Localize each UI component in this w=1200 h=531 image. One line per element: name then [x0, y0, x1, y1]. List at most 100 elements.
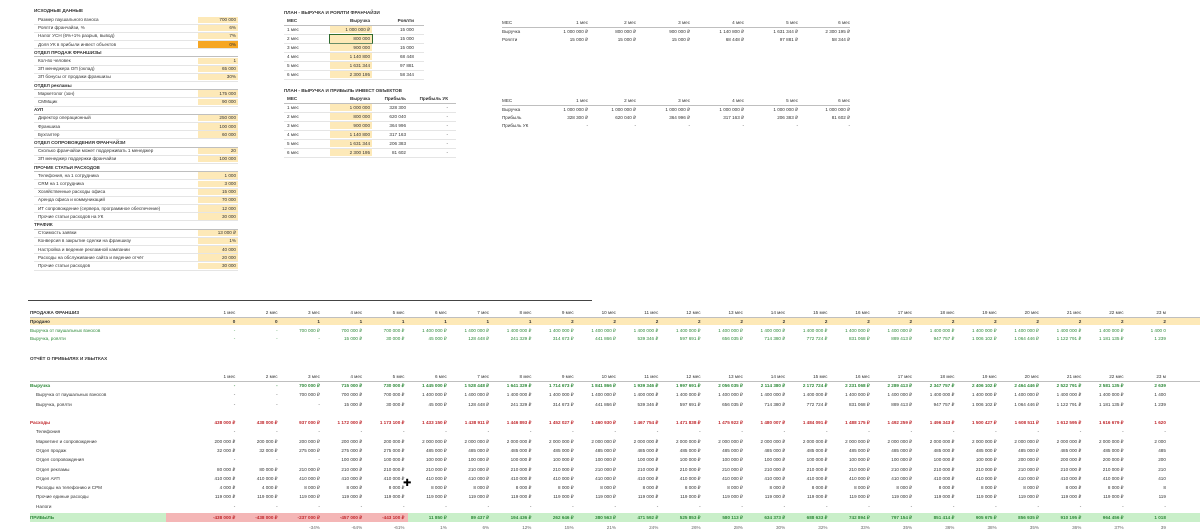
row-label: Продано	[30, 319, 50, 324]
value-cell: -	[233, 392, 236, 398]
value-cell: 8	[1163, 485, 1166, 491]
value-cell: -	[233, 429, 236, 435]
value-cell: 485 000 ₽	[468, 447, 490, 453]
summary2-cell: 1 000 000 ₽	[773, 106, 798, 112]
value-cell: 1 400 000 ₽	[549, 327, 574, 333]
input-value[interactable]: 100 000	[198, 124, 236, 130]
value-cell: -	[572, 429, 574, 435]
plan1-cell[interactable]: 1 631 344	[330, 63, 370, 69]
input-label: Сколько франчайзи может поддерживать 1 м…	[38, 148, 154, 154]
value-cell: 128 448 ₽	[468, 336, 490, 341]
input-value[interactable]: 100 000	[198, 156, 236, 162]
value-cell: 2	[740, 319, 743, 324]
value-cell: 200 000 ₽	[341, 438, 363, 444]
input-value[interactable]: 700 000	[198, 17, 236, 23]
plan1-cell[interactable]: 800 000	[330, 36, 370, 42]
value-cell: 772 724 ₽	[806, 336, 828, 341]
value-cell: -	[233, 383, 236, 388]
plan1-cell[interactable]: 900 000	[330, 45, 370, 51]
value-cell: 2	[867, 319, 870, 324]
plan2-cell[interactable]: 1 631 344	[330, 141, 370, 147]
value-cell: 831 068 ₽	[848, 336, 870, 341]
plan2-cell[interactable]: 800 000	[330, 114, 370, 120]
input-label: Доля УК в прибыли инвест объектов	[38, 41, 117, 47]
value-cell: 1 400 000 ₽	[929, 327, 955, 333]
value-cell: 119 000 ₽	[299, 494, 320, 500]
value-cell: 2 000 000 ₽	[845, 438, 870, 444]
value-cell: -	[529, 503, 532, 509]
row-line	[34, 220, 238, 222]
input-value[interactable]: 3 000	[198, 181, 237, 187]
month-header: 23 м	[1156, 374, 1166, 379]
month-header: 14 мес	[770, 374, 786, 379]
value-cell: 1 400 000 ₽	[760, 327, 786, 333]
value-cell: 1 484 091 ₽	[802, 420, 828, 425]
value-cell: 200 000 ₽	[214, 438, 236, 444]
value-cell: 1 492 259 ₽	[887, 420, 913, 425]
plan2-cell[interactable]: 2 300 195	[330, 150, 370, 156]
input-value[interactable]: 90 000	[198, 99, 236, 105]
input-label: ИТ сопровождение (сервера, программное о…	[38, 205, 161, 211]
summary1-cell: 2 300 195 ₽	[825, 28, 850, 34]
input-value[interactable]: 70 000	[198, 197, 236, 203]
value-cell: 2	[994, 319, 997, 324]
input-value[interactable]: 15 000	[198, 189, 236, 195]
input-value[interactable]: 1	[198, 58, 236, 64]
summary2-cell: 1 000 000 ₽	[665, 106, 690, 112]
plan2-cell: 206 383	[389, 140, 406, 146]
section-title: ОТДЕЛ рекламы	[34, 82, 72, 88]
value-cell: 2 000 000 ₽	[675, 438, 701, 444]
plan2-cell[interactable]: 1 000 000	[330, 105, 370, 111]
plan2-cell[interactable]: 900 000	[330, 123, 370, 129]
value-cell: 1 400 000 ₽	[675, 327, 701, 333]
summary1-cell: 15 000 ₽	[617, 36, 636, 42]
input-value[interactable]: 40 000	[198, 247, 236, 253]
input-value[interactable]: 30%	[198, 74, 236, 80]
value-cell: 210 000 ₽	[891, 466, 913, 472]
margin-cell: 32%	[818, 525, 828, 530]
summary2-cell: 328 300 ₽	[567, 114, 588, 120]
header-line	[30, 381, 1200, 382]
value-cell: 1 496 343 ₽	[929, 420, 955, 425]
input-value[interactable]: 0%	[198, 42, 236, 48]
input-value[interactable]: 175 000	[198, 91, 236, 97]
value-cell: 210 000 ₽	[933, 466, 955, 472]
value-cell: 1 714 673 ₽	[549, 383, 574, 388]
input-value[interactable]: 30 000	[198, 214, 236, 220]
input-value[interactable]: 250 000	[198, 115, 236, 121]
value-cell: 410 000 ₽	[1102, 475, 1124, 481]
input-value[interactable]: 7%	[198, 33, 236, 39]
value-cell: -	[487, 429, 490, 435]
plan1-cell[interactable]: 1 000 000 ₽	[330, 27, 370, 33]
value-cell: -	[276, 383, 278, 388]
value-cell: 1 500 427 ₽	[972, 420, 997, 425]
input-value[interactable]: 60 000	[198, 132, 236, 138]
value-cell: 4 000 ₽	[219, 485, 236, 491]
value-cell: -	[445, 429, 447, 435]
summary2-header: 1 мес	[576, 98, 588, 103]
input-value[interactable]: 20 000	[198, 255, 236, 261]
value-cell: 410 000 ₽	[848, 475, 870, 481]
value-cell: 45 000 ₽	[428, 336, 447, 341]
plan2-cell[interactable]: 1 140 800	[330, 132, 370, 138]
input-value[interactable]: 30 000	[198, 263, 236, 269]
margin-cell: -64%	[351, 525, 363, 530]
month-header: 4 мес	[350, 374, 363, 379]
input-label: Стоимость заявки	[38, 230, 77, 236]
input-value[interactable]: 1 000	[198, 173, 237, 179]
value-cell: -	[699, 429, 701, 435]
input-value[interactable]: 20	[198, 148, 236, 154]
margin-cell: -61%	[393, 525, 405, 530]
input-value[interactable]: 12 000	[198, 206, 236, 212]
input-value[interactable]: 1%	[198, 238, 236, 244]
value-cell: -	[360, 429, 363, 435]
value-cell: 8 000 ₽	[600, 485, 616, 491]
month-header: 18 мес	[939, 310, 955, 315]
input-value[interactable]: 65 000	[198, 66, 236, 72]
input-value[interactable]: 6%	[198, 25, 236, 31]
plan1-cell[interactable]: 1 140 800	[330, 54, 370, 60]
value-cell: 410 000 ₽	[1060, 475, 1082, 481]
month-header: 6 мес	[434, 374, 447, 379]
input-value[interactable]: 13 000 ₽	[198, 230, 236, 236]
plan1-cell[interactable]: 2 300 195	[330, 72, 370, 78]
